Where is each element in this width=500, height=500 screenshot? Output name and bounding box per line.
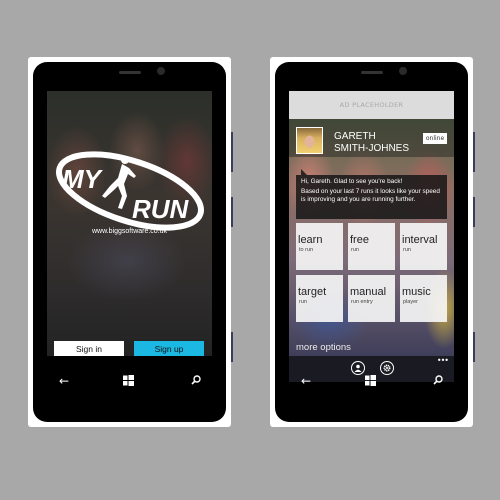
search-icon[interactable] (433, 375, 443, 387)
logo-text-my: MY (62, 164, 104, 194)
tile-target[interactable]: target run (296, 275, 343, 322)
ad-placeholder[interactable]: AD PLACEHOLDER (289, 91, 454, 119)
status-badge: online (423, 133, 447, 144)
more-options-link[interactable]: more options (296, 342, 351, 353)
speaker (361, 71, 383, 74)
tile-title: learn (298, 234, 323, 246)
avatar-photo (297, 128, 322, 153)
tile-title: target (298, 286, 327, 298)
tile-title: free (350, 234, 369, 246)
power-button (473, 197, 475, 227)
search-icon[interactable] (191, 375, 201, 387)
website-url[interactable]: www.biggsoftware.co.uk (47, 228, 212, 235)
runner-icon (102, 156, 136, 209)
front-camera (157, 67, 165, 75)
user-last-name: SMITH-JOHNES (334, 143, 409, 154)
tile-subtitle: to run (299, 247, 314, 253)
more-icon[interactable]: ••• (437, 356, 449, 365)
nav-bar: ← (275, 367, 468, 397)
tile-subtitle: run entry (351, 299, 373, 305)
tile-title: music (402, 286, 431, 298)
volume-button (473, 132, 475, 172)
user-first-name: GARETH (334, 131, 376, 142)
camera-button (231, 332, 233, 362)
volume-button (231, 132, 233, 172)
message-greeting: Hi, Gareth. Glad to see you're back! (301, 178, 403, 185)
tile-manual[interactable]: manual run entry (348, 275, 395, 322)
tile-learn[interactable]: learn to run (296, 223, 343, 270)
tile-title: manual (350, 286, 387, 298)
nav-bar: ← (33, 367, 226, 397)
sign-up-button[interactable]: Sign up (134, 341, 204, 356)
front-camera (399, 67, 407, 75)
phone-body: AD PLACEHOLDER GARETH SMITH-JOHNES onlin… (275, 62, 468, 422)
back-icon[interactable]: ← (301, 375, 311, 387)
avatar[interactable] (296, 127, 323, 154)
message-body: Based on your last 7 runs it looks like … (301, 188, 440, 203)
windows-icon[interactable] (365, 375, 376, 388)
user-name: GARETH SMITH-JOHNES (334, 131, 409, 155)
home-screen: AD PLACEHOLDER GARETH SMITH-JOHNES onlin… (289, 91, 454, 356)
tile-subtitle: run (403, 247, 411, 253)
phone-body: MY RUN www.biggsoftware.co.uk Sign in Si… (33, 62, 226, 422)
tile-music[interactable]: music player (400, 275, 447, 322)
phone-login: MY RUN www.biggsoftware.co.uk Sign in Si… (28, 57, 233, 427)
back-icon[interactable]: ← (59, 375, 69, 387)
message-bubble: Hi, Gareth. Glad to see you're back! Bas… (296, 175, 447, 219)
sign-in-button[interactable]: Sign in (54, 341, 124, 356)
camera-button (473, 332, 475, 362)
tile-subtitle: player (403, 299, 418, 305)
power-button (231, 197, 233, 227)
speaker (119, 71, 141, 74)
tile-interval[interactable]: interval run (400, 223, 447, 270)
tile-subtitle: run (299, 299, 307, 305)
tile-title: interval (402, 234, 438, 246)
windows-icon[interactable] (123, 375, 134, 388)
tile-free[interactable]: free run (348, 223, 395, 270)
tile-subtitle: run (351, 247, 359, 253)
login-screen: MY RUN www.biggsoftware.co.uk Sign in Si… (47, 91, 212, 356)
phone-home: AD PLACEHOLDER GARETH SMITH-JOHNES onlin… (270, 57, 475, 427)
logo-text-run: RUN (132, 194, 190, 224)
